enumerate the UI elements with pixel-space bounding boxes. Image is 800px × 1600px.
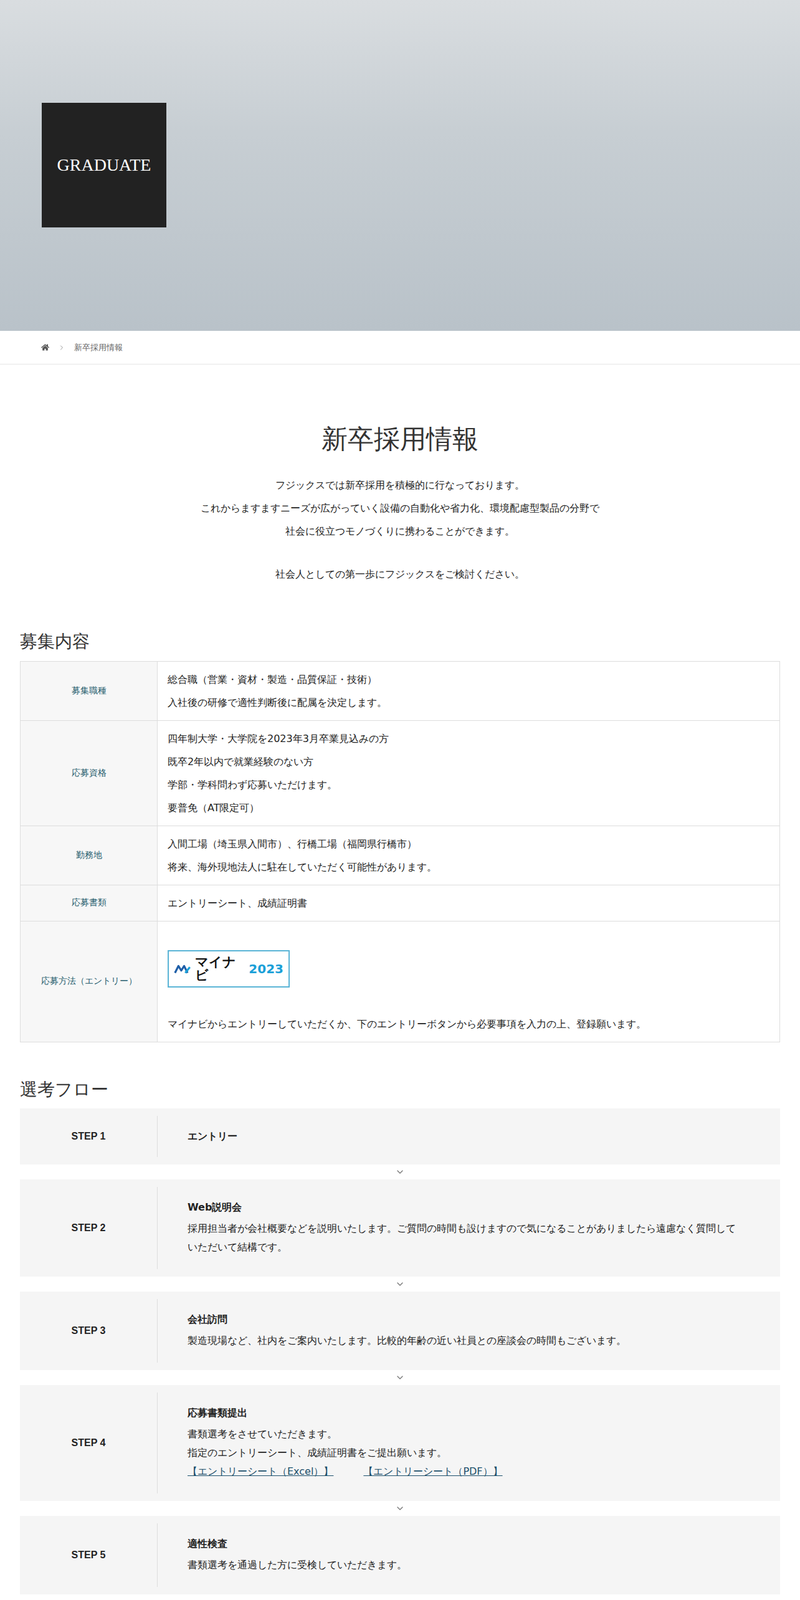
- step-arrow: [19, 1500, 781, 1516]
- step-line: 採用担当者が会社概要などを説明いたします。ご質問の時間も設けますので気になること…: [187, 1219, 743, 1257]
- row-value: 四年制大学・大学院を2023年3月卒業見込みの方既卒2年以内で就業経験のない方学…: [157, 720, 780, 826]
- value-line: 既卒2年以内で就業経験のない方: [167, 750, 770, 774]
- flow-step: STEP 1 エントリー: [19, 1108, 781, 1165]
- content: 新卒採用情報フジックスでは新卒採用を積極的に行なっております。これからますますニ…: [19, 423, 781, 1600]
- intro-line: これからますますニーズが広がっていく設備の自動化や省力化、環境配慮型製品の分野で: [19, 496, 781, 520]
- table-row: 応募方法（エントリー）マイナビ2023マイナビからエントリーしていただくか、下の…: [20, 920, 780, 1042]
- recruitment-table: 募集職種総合職（営業・資材・製造・品質保証・技術）入社後の研修で適性判断後に配属…: [19, 661, 781, 1043]
- section-heading: 選考フロー: [19, 1078, 781, 1101]
- table-row: 募集職種総合職（営業・資材・製造・品質保証・技術）入社後の研修で適性判断後に配属…: [20, 661, 780, 721]
- hero-photo: GRADUATE: [0, 0, 800, 331]
- flow-step: STEP 3会社訪問製造現場など、社内をご案内いたします。比較的年齢の近い社員と…: [19, 1291, 781, 1371]
- step-number: STEP 4: [19, 1392, 158, 1494]
- row-value: 入間工場（埼玉県入間市）、行橋工場（福岡県行橋市）将来、海外現地法人に駐在してい…: [157, 826, 780, 885]
- step-body: 会社訪問製造現場など、社内をご案内いたします。比較的年齢の近い社員との座談会の時…: [157, 1291, 781, 1371]
- value-line: 将来、海外現地法人に駐在していただく可能性があります。: [167, 855, 770, 879]
- step-text: 採用担当者が会社概要などを説明いたします。ご質問の時間も設けますので気になること…: [187, 1219, 743, 1257]
- logo-brand: マイナビ: [195, 955, 246, 982]
- breadcrumb-item[interactable]: 新卒採用情報: [74, 342, 123, 354]
- row-label: 応募書類: [20, 885, 158, 921]
- intro: フジックスでは新卒採用を積極的に行なっております。これからますますニーズが広がっ…: [19, 473, 781, 543]
- row-label: 応募資格: [20, 720, 158, 826]
- step-text: 書類選考をさせていただきます。指定のエントリーシート、成績証明書をご提出願います…: [187, 1424, 743, 1481]
- row-value: エントリーシート、成績証明書: [157, 885, 780, 921]
- step-title: Web説明会: [187, 1199, 743, 1216]
- step-line: 書類選考をさせていただきます。: [187, 1424, 743, 1444]
- step-title: エントリー: [187, 1128, 743, 1145]
- page: GRADUATE新卒採用情報新卒採用情報フジックスでは新卒採用を積極的に行なって…: [0, 0, 800, 1600]
- mynavi-icon: [173, 963, 192, 975]
- step-title: 応募書類提出: [187, 1404, 743, 1422]
- chevron-down-icon: [395, 1372, 405, 1383]
- row-label: 募集職種: [20, 661, 158, 721]
- breadcrumb: 新卒採用情報: [0, 330, 800, 365]
- step-body: エントリー: [157, 1108, 781, 1165]
- step-line: 指定のエントリーシート、成績証明書をご提出願います。: [187, 1443, 743, 1463]
- row-value: マイナビ2023 マイナビからエントリーしていただくか、下のエントリーボタンから必…: [157, 921, 780, 1042]
- flow-step: STEP 5適性検査書類選考を通過した方に受検していただきます。: [19, 1515, 781, 1595]
- table-row: 応募資格四年制大学・大学院を2023年3月卒業見込みの方既卒2年以内で就業経験の…: [20, 720, 780, 826]
- step-text: 書類選考を通過した方に受検していただきます。: [187, 1555, 743, 1575]
- row-value: 総合職（営業・資材・製造・品質保証・技術）入社後の研修で適性判断後に配属を決定し…: [157, 661, 780, 721]
- step-arrow: [19, 1370, 781, 1386]
- value-line: 四年制大学・大学院を2023年3月卒業見込みの方: [167, 727, 770, 751]
- chevron-down-icon: [395, 1166, 405, 1177]
- step-number: STEP 2: [19, 1186, 158, 1270]
- step-text: 製造現場など、社内をご案内いたします。比較的年齢の近い社員との座談会の時間もござ…: [187, 1331, 743, 1351]
- step-body: 適性検査書類選考を通過した方に受検していただきます。: [157, 1515, 781, 1595]
- step-line: 製造現場など、社内をご案内いたします。比較的年齢の近い社員との座談会の時間もござ…: [187, 1331, 743, 1351]
- value-line: エントリーシート、成績証明書: [167, 891, 770, 915]
- flow-step: STEP 2Web説明会採用担当者が会社概要などを説明いたします。ご質問の時間も…: [19, 1179, 781, 1277]
- table-row: 応募書類エントリーシート、成績証明書: [20, 884, 780, 921]
- value-line: 学部・学科問わず応募いただけます。: [167, 773, 770, 797]
- closing: 社会人としての第一歩にフジックスをご検討ください。: [19, 562, 781, 586]
- value-line: 総合職（営業・資材・製造・品質保証・技術）: [167, 667, 770, 691]
- step-number: STEP 1: [19, 1115, 158, 1158]
- selection-flow: STEP 1エントリーSTEP 2Web説明会採用担当者が会社概要などを説明いた…: [19, 1108, 781, 1600]
- step-links: 【エントリーシート（Excel）】 【エントリーシート（PDF）】: [187, 1462, 743, 1481]
- page-title: 新卒採用情報: [19, 423, 781, 455]
- row-label: 勤務地: [20, 826, 158, 885]
- step-number: STEP 5: [19, 1523, 158, 1587]
- step-title: 適性検査: [187, 1535, 743, 1553]
- step-line: 書類選考を通過した方に受検していただきます。: [187, 1555, 743, 1575]
- home-icon[interactable]: [41, 343, 50, 352]
- download-link[interactable]: 【エントリーシート（Excel）】: [187, 1462, 334, 1481]
- step-body: Web説明会採用担当者が会社概要などを説明いたします。ご質問の時間も設けますので…: [157, 1179, 781, 1277]
- chevron-down-icon: [395, 1503, 405, 1514]
- value-line: 要普免（AT限定可）: [167, 796, 770, 820]
- intro-line: 社会に役立つモノづくりに携わることができます。: [19, 519, 781, 543]
- step-body: 応募書類提出書類選考をさせていただきます。指定のエントリーシート、成績証明書をご…: [157, 1385, 781, 1501]
- step-arrow: [19, 1276, 781, 1292]
- row-label: 応募方法（エントリー）: [20, 921, 158, 1042]
- download-link[interactable]: 【エントリーシート（PDF）】: [363, 1462, 503, 1481]
- section-heading: 募集内容: [19, 630, 781, 653]
- logo-year: 2023: [248, 962, 284, 976]
- separator-icon: [57, 343, 66, 352]
- graduate-badge: GRADUATE: [41, 102, 167, 228]
- intro-line: フジックスでは新卒採用を積極的に行なっております。: [19, 473, 781, 497]
- step-title: 会社訪問: [187, 1311, 743, 1328]
- mynavi-button[interactable]: マイナビ2023: [167, 950, 290, 988]
- step-number: STEP 3: [19, 1299, 158, 1363]
- flow-step: STEP 4応募書類提出書類選考をさせていただきます。指定のエントリーシート、成…: [19, 1385, 781, 1501]
- step-arrow: [19, 1594, 781, 1600]
- step-arrow: [19, 1164, 781, 1180]
- value-line: マイナビからエントリーしていただくか、下のエントリーボタンから必要事項を入力の上…: [167, 1012, 770, 1036]
- value-line: 入間工場（埼玉県入間市）、行橋工場（福岡県行橋市）: [167, 832, 770, 856]
- value-line: 入社後の研修で適性判断後に配属を決定します。: [167, 690, 770, 715]
- chevron-down-icon: [395, 1279, 405, 1290]
- table-row: 勤務地入間工場（埼玉県入間市）、行橋工場（福岡県行橋市）将来、海外現地法人に駐在…: [20, 825, 780, 885]
